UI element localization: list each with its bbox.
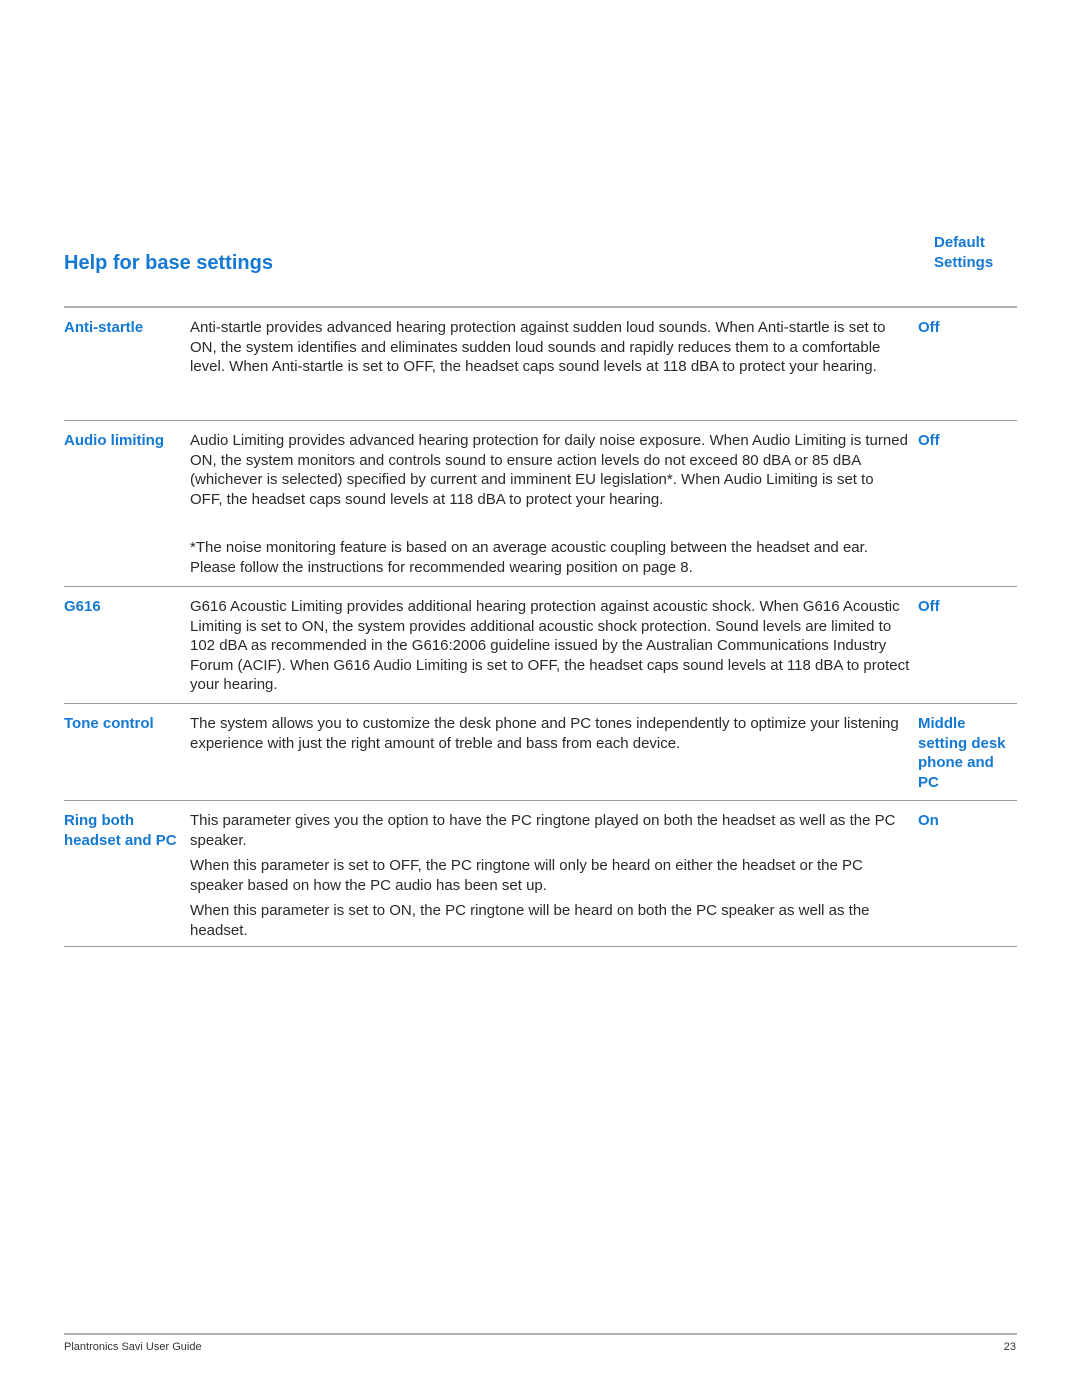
setting-default-value: Off	[918, 319, 940, 336]
setting-row-anti-startle: Anti-startle Anti-startle provides advan…	[64, 308, 1017, 421]
setting-name: Ring both headset and PC	[64, 812, 177, 849]
description-paragraph: Audio Limiting provides advanced hearing…	[190, 432, 908, 508]
setting-description: The system allows you to customize the d…	[190, 714, 910, 753]
setting-description: Anti-startle provides advanced hearing p…	[190, 318, 910, 377]
setting-default-value: Off	[918, 432, 940, 449]
setting-row-g616: G616 G616 Acoustic Limiting provides add…	[64, 587, 1017, 704]
setting-name: Audio limiting	[64, 432, 164, 449]
footnote-paragraph: *The noise monitoring feature is based o…	[190, 539, 868, 576]
setting-row-ring-both: Ring both headset and PC This parameter …	[64, 801, 1017, 947]
description-paragraph: When this parameter is set to OFF, the P…	[190, 857, 863, 894]
page-title: Help for base settings	[64, 252, 273, 274]
settings-table: Anti-startle Anti-startle provides advan…	[64, 308, 1017, 947]
default-header-line-2: Settings	[934, 254, 994, 271]
description-paragraph: When this parameter is set to ON, the PC…	[190, 902, 870, 939]
setting-name: G616	[64, 598, 101, 615]
setting-default-value: Off	[918, 598, 940, 615]
footer-divider	[64, 1333, 1017, 1335]
description-paragraph: G616 Acoustic Limiting provides addition…	[190, 598, 910, 693]
setting-row-tone-control: Tone control The system allows you to cu…	[64, 704, 1017, 801]
document-page: Help for base settings Default Settings …	[0, 0, 1080, 1397]
description-paragraph: This parameter gives you the option to h…	[190, 812, 896, 849]
setting-row-audio-limiting: Audio limiting Audio Limiting provides a…	[64, 421, 1017, 587]
footer-guide-name: Plantronics Savi User Guide	[64, 1341, 202, 1353]
footer-page-number: 23	[1003, 1341, 1016, 1353]
setting-description: G616 Acoustic Limiting provides addition…	[190, 597, 910, 695]
setting-name: Tone control	[64, 715, 154, 732]
description-paragraph: Anti-startle provides advanced hearing p…	[190, 319, 886, 375]
setting-name: Anti-startle	[64, 319, 144, 336]
setting-default-value: On	[918, 812, 939, 829]
default-settings-header: Default Settings	[934, 233, 993, 273]
setting-default-value: Middle setting desk phone and PC	[918, 715, 1006, 791]
setting-description: This parameter gives you the option to h…	[190, 811, 910, 940]
description-paragraph: The system allows you to customize the d…	[190, 715, 899, 752]
default-header-line-1: Default	[934, 234, 985, 251]
setting-description: Audio Limiting provides advanced hearing…	[190, 431, 910, 577]
